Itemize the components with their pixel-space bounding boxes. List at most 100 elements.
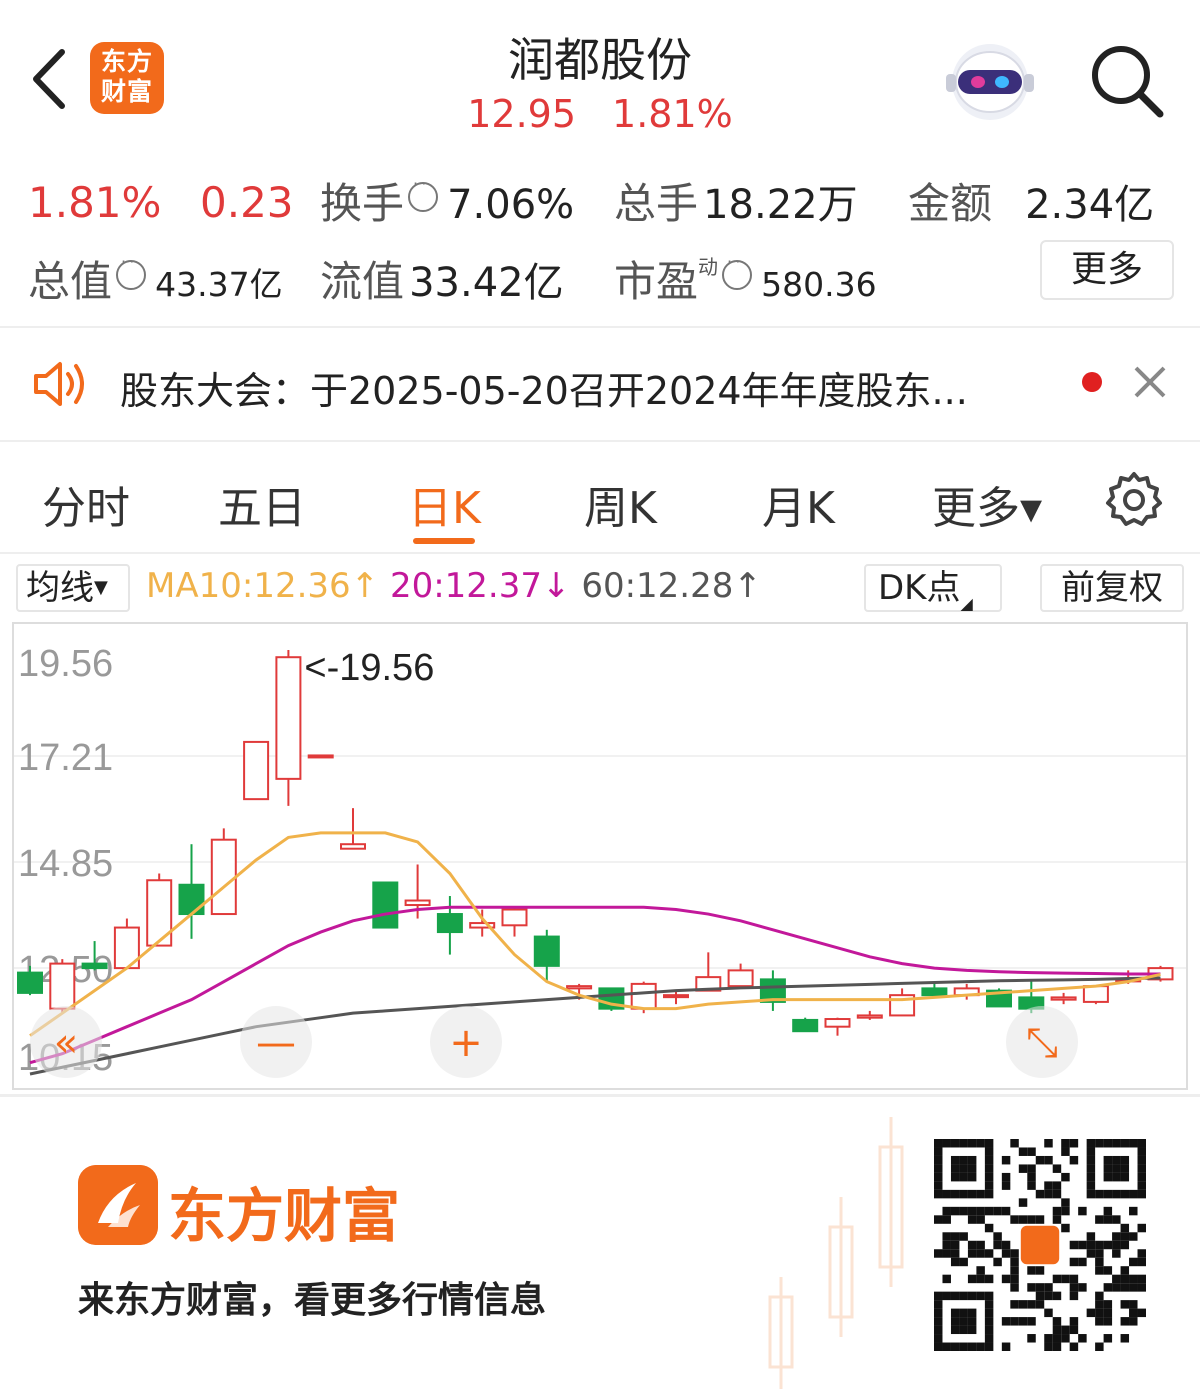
notice-bar[interactable]: 股东大会：于2025-05-20召开2024年年度股东...	[0, 330, 1200, 440]
qr-module	[1137, 1249, 1146, 1258]
qr-module	[1086, 1189, 1096, 1199]
qr-module	[1027, 1300, 1036, 1309]
qr-module	[1112, 1274, 1121, 1284]
qr-module	[1044, 1334, 1053, 1343]
qr-module	[1112, 1240, 1121, 1250]
tab-daily-k[interactable]: 日K	[408, 472, 481, 536]
qr-module	[1069, 1342, 1079, 1351]
qr-module	[1095, 1308, 1104, 1318]
qr-module	[1001, 1274, 1011, 1284]
qr-module	[1001, 1240, 1011, 1250]
candle-body	[436, 913, 463, 934]
qr-module	[1044, 1291, 1053, 1301]
min-price-marker: <11.37->	[652, 1082, 801, 1088]
candle-body	[210, 838, 237, 916]
qr-module	[976, 1266, 985, 1275]
qr-module	[1010, 1249, 1019, 1258]
candle-body	[856, 1014, 883, 1019]
qr-module	[1120, 1283, 1130, 1292]
qr-module	[1052, 1317, 1062, 1326]
info-icon[interactable]	[116, 252, 147, 290]
tab-intraday[interactable]: 分时	[42, 472, 130, 536]
qr-module	[1137, 1274, 1146, 1284]
dk-point-button[interactable]: DK点◢	[864, 564, 1002, 613]
qr-module	[984, 1223, 994, 1233]
qr-module	[1112, 1172, 1121, 1182]
qr-module	[1112, 1139, 1121, 1148]
more-stats-button[interactable]: 更多	[1040, 240, 1174, 300]
qr-module	[1129, 1139, 1138, 1148]
tab-more[interactable]: 更多▾	[932, 472, 1042, 536]
qr-module	[934, 1300, 943, 1309]
active-tab-indicator	[413, 538, 475, 544]
qr-module	[959, 1139, 968, 1148]
ma-select-dropdown[interactable]: 均线▼	[16, 564, 130, 612]
tab-weekly-k[interactable]: 周K	[584, 472, 657, 536]
dk-label: DK点	[878, 568, 961, 608]
gear-icon[interactable]	[1104, 470, 1164, 530]
info-icon[interactable]	[408, 174, 439, 212]
qr-module	[1044, 1189, 1053, 1199]
ma-select-label: 均线	[26, 568, 94, 608]
qr-module	[984, 1334, 994, 1343]
candle-body	[307, 754, 334, 759]
qr-module	[984, 1249, 994, 1258]
qr-module	[1052, 1206, 1062, 1216]
qr-module	[934, 1172, 943, 1182]
kline-chart[interactable]: 19.5617.2114.8512.5010.15<-19.56<11.37->…	[12, 622, 1188, 1090]
info-icon[interactable]	[722, 252, 753, 290]
qr-module	[950, 1257, 960, 1267]
qr-module	[1086, 1155, 1096, 1165]
kline-chart-canvas[interactable]: 19.5617.2114.8512.5010.15<-19.56<11.37->…	[14, 624, 1186, 1088]
qr-module	[1010, 1274, 1019, 1284]
qr-module	[1069, 1257, 1079, 1267]
qr-module	[1001, 1155, 1011, 1165]
qr-module	[1061, 1223, 1070, 1233]
qr-module	[1112, 1249, 1121, 1258]
qr-module	[967, 1215, 977, 1224]
qr-module	[993, 1232, 1002, 1241]
tab-monthly-k[interactable]: 月K	[762, 472, 835, 536]
qr-module	[950, 1206, 960, 1216]
qr-module	[1044, 1139, 1053, 1148]
candle-body	[372, 881, 399, 929]
current-price: 12.95	[467, 92, 577, 136]
forward-adjust-button[interactable]: 前复权	[1040, 564, 1184, 612]
qr-module	[967, 1155, 977, 1165]
qr-module	[1095, 1139, 1104, 1148]
qr-module	[1095, 1189, 1104, 1199]
qr-module	[1120, 1139, 1130, 1148]
qr-code[interactable]	[934, 1139, 1146, 1351]
qr-module	[984, 1147, 994, 1156]
y-tick-label: 19.56	[18, 643, 113, 685]
qr-module	[1027, 1215, 1036, 1224]
qr-module	[1103, 1215, 1113, 1224]
qr-module	[1010, 1266, 1019, 1275]
dropdown-caret-icon: ▼	[94, 577, 108, 598]
candle-body	[275, 656, 302, 780]
qr-module	[934, 1308, 943, 1318]
qr-module	[959, 1232, 968, 1241]
qr-module	[959, 1317, 968, 1326]
ai-assistant-robot-icon[interactable]	[944, 38, 1036, 122]
search-icon[interactable]	[1086, 40, 1166, 120]
qr-module	[1103, 1266, 1113, 1275]
quote-stats: 1.81% 0.23 换手 7.06% 总手 18.22万 金额 2.34亿 总…	[0, 148, 1200, 328]
tab-five-day[interactable]: 五日	[218, 472, 306, 536]
qr-module	[1035, 1300, 1045, 1309]
qr-module	[934, 1317, 943, 1326]
qr-module	[1052, 1215, 1062, 1224]
qr-module	[1010, 1317, 1019, 1326]
ma-values: MA10:12.36↑ 20:12.37↓ 60:12.28↑	[146, 566, 762, 606]
qr-module	[959, 1342, 968, 1351]
notice-text[interactable]: 股东大会：于2025-05-20召开2024年年度股东...	[120, 360, 968, 415]
qr-module	[967, 1164, 977, 1173]
zoom-in-button-glyph: +	[449, 1020, 483, 1066]
close-icon[interactable]	[1130, 362, 1170, 402]
qr-module	[1027, 1164, 1036, 1173]
qr-module	[1010, 1215, 1019, 1224]
app-header: 东方 财富 润都股份 12.95 1.81%	[0, 0, 1200, 148]
qr-module	[1086, 1147, 1096, 1156]
candle-body	[824, 1018, 851, 1028]
qr-module	[1027, 1266, 1036, 1275]
